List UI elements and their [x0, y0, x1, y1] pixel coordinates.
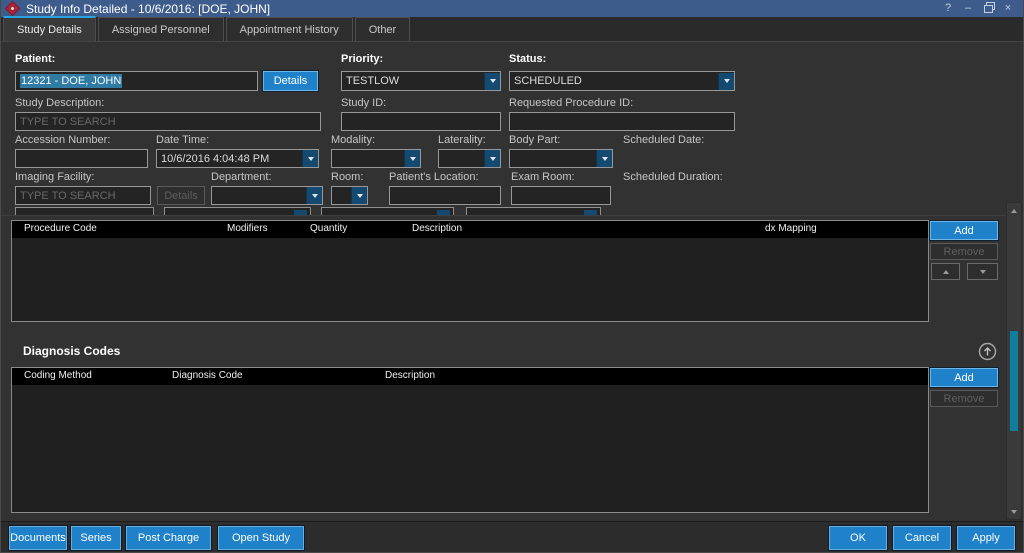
app-logo-icon — [6, 2, 19, 15]
documents-button[interactable]: Documents — [9, 526, 67, 550]
laterality-label: Laterality: — [438, 134, 486, 146]
apply-button[interactable]: Apply — [957, 526, 1015, 550]
department-select[interactable] — [211, 186, 323, 205]
study-id-input[interactable] — [341, 112, 501, 131]
collapse-section-icon[interactable] — [978, 342, 997, 361]
study-description-label: Study Description: — [15, 97, 104, 109]
tab-study-details[interactable]: Study Details — [3, 16, 96, 41]
exam-room-label: Exam Room: — [511, 171, 575, 183]
procedure-add-button[interactable]: Add — [930, 221, 998, 240]
close-icon[interactable]: × — [1001, 1, 1015, 16]
tab-appointment-history[interactable]: Appointment History — [226, 17, 353, 41]
patients-location-input[interactable] — [389, 186, 501, 205]
status-label: Status: — [509, 53, 546, 65]
diagnosis-add-button[interactable]: Add — [930, 368, 998, 387]
clipped-field — [15, 207, 154, 215]
patient-details-button[interactable]: Details — [263, 71, 318, 91]
scrollbar-thumb[interactable] — [1010, 331, 1018, 431]
priority-select[interactable]: TESTLOW — [341, 71, 501, 91]
accession-number-input[interactable] — [15, 149, 148, 168]
tab-strip: Study Details Assigned Personnel Appoint… — [1, 17, 1024, 42]
scroll-down-icon[interactable] — [1007, 505, 1021, 518]
body-part-label: Body Part: — [509, 134, 560, 146]
tab-other[interactable]: Other — [355, 17, 411, 41]
section-divider — [1, 215, 1024, 216]
patient-label: Patient: — [15, 53, 55, 65]
chevron-down-icon[interactable] — [306, 187, 322, 204]
room-select[interactable] — [331, 186, 368, 205]
clipped-combo — [164, 207, 311, 215]
minimize-icon[interactable]: – — [961, 1, 975, 16]
chevron-down-icon[interactable] — [596, 150, 612, 167]
title-bar: Study Info Detailed - 10/6/2016: [DOE, J… — [1, 0, 1024, 17]
room-label: Room: — [331, 171, 363, 183]
chevron-down-icon[interactable] — [302, 150, 318, 167]
requested-procedure-id-input[interactable] — [509, 112, 735, 131]
col-dx-mapping: dx Mapping — [765, 223, 817, 234]
exam-room-input[interactable] — [511, 186, 611, 205]
study-id-label: Study ID: — [341, 97, 386, 109]
clipped-combo — [466, 207, 601, 215]
study-description-input[interactable]: TYPE TO SEARCH — [15, 112, 321, 131]
diagnosis-codes-title: Diagnosis Codes — [23, 344, 120, 358]
window-title: Study Info Detailed - 10/6/2016: [DOE, J… — [26, 2, 270, 16]
ok-button[interactable]: OK — [829, 526, 887, 550]
col-coding-method: Coding Method — [24, 370, 92, 381]
clipped-combo — [321, 207, 454, 215]
chevron-down-icon[interactable] — [484, 150, 500, 167]
chevron-down-icon[interactable] — [351, 187, 367, 204]
patient-input[interactable]: 12321 - DOE, JOHN — [15, 71, 258, 91]
series-button[interactable]: Series — [71, 526, 121, 550]
status-select[interactable]: SCHEDULED — [509, 71, 735, 91]
scroll-up-icon[interactable] — [1007, 204, 1021, 217]
date-time-label: Date Time: — [156, 134, 209, 146]
cancel-button[interactable]: Cancel — [893, 526, 951, 550]
modality-select[interactable] — [331, 149, 421, 168]
scheduled-duration-label: Scheduled Duration: — [623, 171, 723, 183]
date-time-select[interactable]: 10/6/2016 4:04:48 PM — [156, 149, 319, 168]
col-procedure-code: Procedure Code — [24, 223, 97, 234]
facility-details-button[interactable]: Details — [157, 186, 205, 205]
requested-procedure-id-label: Requested Procedure ID: — [509, 97, 633, 109]
open-study-button[interactable]: Open Study — [218, 526, 304, 550]
footer-bar: Documents Series Post Charge Open Study … — [1, 521, 1024, 553]
study-info-dialog: Study Info Detailed - 10/6/2016: [DOE, J… — [0, 0, 1024, 553]
restore-icon[interactable] — [981, 1, 995, 16]
scheduled-date-label: Scheduled Date: — [623, 134, 704, 146]
patients-location-label: Patient's Location: — [389, 171, 479, 183]
col-description: Description — [412, 223, 462, 234]
tab-assigned-personnel[interactable]: Assigned Personnel — [98, 17, 224, 41]
department-label: Department: — [211, 171, 272, 183]
imaging-facility-label: Imaging Facility: — [15, 171, 94, 183]
col-diagnosis-code: Diagnosis Code — [172, 370, 243, 381]
post-charge-button[interactable]: Post Charge — [126, 526, 211, 550]
diagnosis-codes-table[interactable]: Coding Method Diagnosis Code Description — [11, 367, 929, 513]
col-description: Description — [385, 370, 435, 381]
modality-label: Modality: — [331, 134, 375, 146]
procedure-remove-button[interactable]: Remove — [930, 243, 998, 260]
chevron-down-icon[interactable] — [718, 73, 734, 90]
vertical-scrollbar[interactable] — [1006, 202, 1022, 520]
col-modifiers: Modifiers — [227, 223, 268, 234]
move-down-icon[interactable] — [967, 263, 998, 280]
col-quantity: Quantity — [310, 223, 347, 234]
diagnosis-remove-button[interactable]: Remove — [930, 390, 998, 407]
procedure-codes-table[interactable]: Procedure Code Modifiers Quantity Descri… — [11, 220, 929, 322]
chevron-down-icon[interactable] — [484, 73, 500, 90]
body-part-select[interactable] — [509, 149, 613, 168]
priority-label: Priority: — [341, 53, 383, 65]
diagnosis-table-header: Coding Method Diagnosis Code Description — [12, 368, 928, 385]
window-controls: ? – × — [941, 1, 1024, 16]
accession-number-label: Accession Number: — [15, 134, 110, 146]
laterality-select[interactable] — [438, 149, 501, 168]
procedure-table-header: Procedure Code Modifiers Quantity Descri… — [12, 221, 928, 238]
imaging-facility-input[interactable]: TYPE TO SEARCH — [15, 186, 151, 205]
chevron-down-icon[interactable] — [404, 150, 420, 167]
move-up-icon[interactable] — [931, 263, 960, 280]
help-icon[interactable]: ? — [941, 1, 955, 16]
